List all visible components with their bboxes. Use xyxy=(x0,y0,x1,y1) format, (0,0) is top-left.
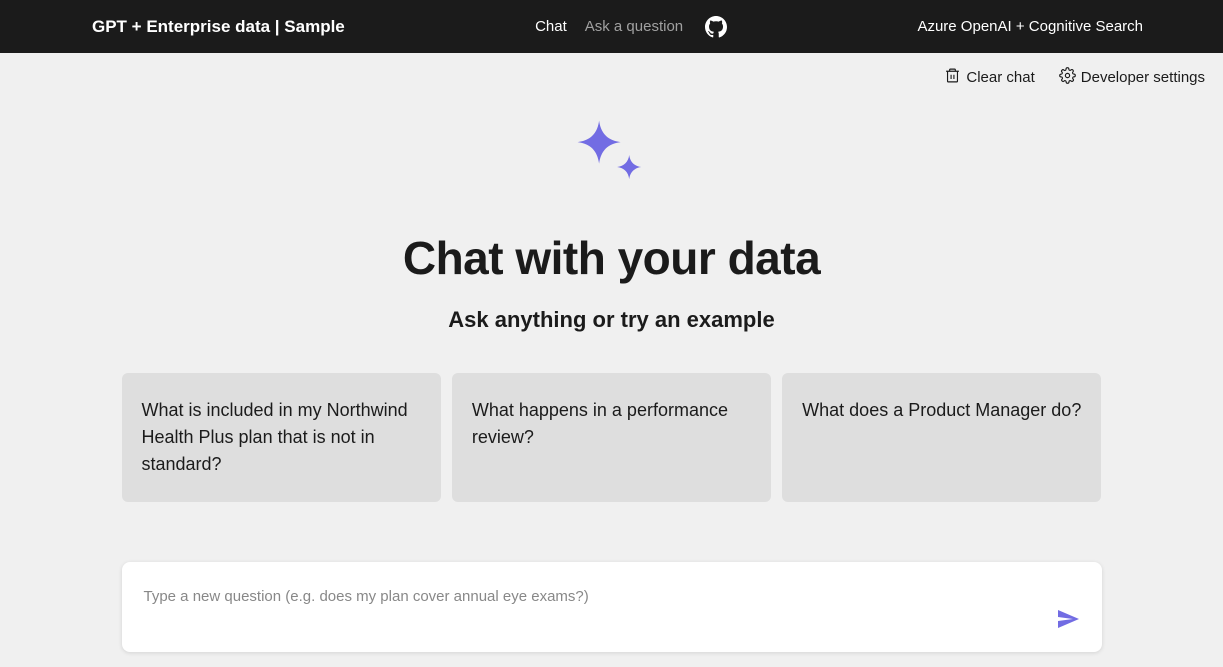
developer-settings-button[interactable]: Developer settings xyxy=(1059,67,1205,88)
nav-chat[interactable]: Chat xyxy=(535,18,567,35)
header-right-label: Azure OpenAI + Cognitive Search xyxy=(917,18,1203,35)
example-cards: What is included in my Northwind Health … xyxy=(122,373,1102,502)
github-icon[interactable] xyxy=(705,16,727,38)
nav-ask-question[interactable]: Ask a question xyxy=(585,18,683,35)
header-nav: Chat Ask a question xyxy=(345,16,918,38)
page-title: Chat with your data xyxy=(403,231,820,285)
chat-input-container xyxy=(122,562,1102,652)
sparkle-icon xyxy=(569,112,655,203)
clear-chat-label: Clear chat xyxy=(966,69,1034,86)
page-subtitle: Ask anything or try an example xyxy=(448,307,774,333)
app-title: GPT + Enterprise data | Sample xyxy=(20,17,345,37)
example-card-2[interactable]: What does a Product Manager do? xyxy=(782,373,1101,502)
clear-chat-button[interactable]: Clear chat xyxy=(944,67,1034,88)
example-card-0[interactable]: What is included in my Northwind Health … xyxy=(122,373,441,502)
app-header: GPT + Enterprise data | Sample Chat Ask … xyxy=(0,0,1223,53)
send-button[interactable] xyxy=(1052,603,1084,638)
chat-input[interactable] xyxy=(122,562,1102,648)
gear-icon xyxy=(1059,67,1076,88)
send-icon xyxy=(1056,619,1080,634)
example-card-1[interactable]: What happens in a performance review? xyxy=(452,373,771,502)
main-content: Chat with your data Ask anything or try … xyxy=(0,88,1223,652)
developer-settings-label: Developer settings xyxy=(1081,69,1205,86)
trash-icon xyxy=(944,67,961,88)
toolbar: Clear chat Developer settings xyxy=(0,53,1223,88)
